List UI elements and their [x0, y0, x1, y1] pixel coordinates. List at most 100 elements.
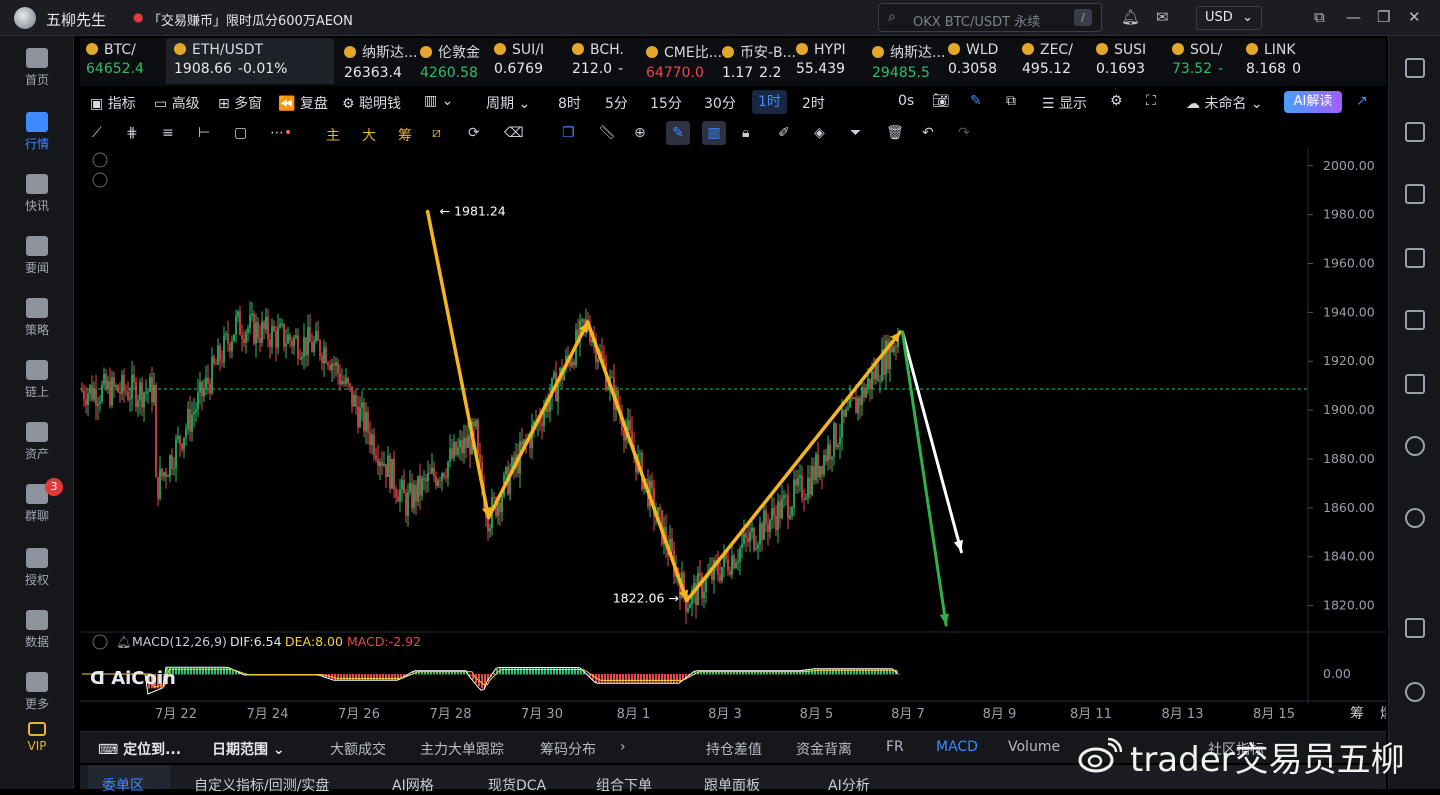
sidebar-item-5[interactable]: 链上: [0, 360, 74, 400]
ticker-11[interactable]: ZEC/495.12: [1022, 38, 1086, 84]
copy-icon[interactable]: ❐: [562, 125, 575, 141]
pattern-icon[interactable]: ⧄: [432, 125, 441, 141]
period-button[interactable]: 周期 ⌄: [486, 93, 530, 113]
list-icon[interactable]: [1405, 58, 1425, 78]
camera-icon[interactable]: 📷︎: [932, 93, 950, 109]
interval-30m[interactable]: 30分: [704, 93, 736, 113]
indicator-item[interactable]: 筹码分布: [540, 739, 596, 759]
sidebar-item-7[interactable]: 群聊 3: [0, 478, 74, 524]
ticker-8[interactable]: HYPI 55.439: [796, 38, 862, 84]
redo-icon[interactable]: ↷: [958, 125, 970, 141]
ticker-14[interactable]: LINK 8.168 0: [1246, 38, 1312, 84]
minimize-icon[interactable]: —: [1346, 8, 1361, 26]
line-tool-icon[interactable]: ⟋: [92, 125, 102, 141]
sidebar-item-2[interactable]: 快讯: [0, 174, 74, 214]
eye-icon[interactable]: ◈: [814, 125, 825, 141]
robot-icon[interactable]: [1405, 436, 1425, 456]
lock-icon[interactable]: 🔒︎: [742, 125, 749, 141]
bell-icon[interactable]: 🔔︎: [1121, 8, 1140, 26]
display-button[interactable]: ☰ 显示: [1042, 93, 1087, 113]
settings-icon[interactable]: ⚙: [1110, 93, 1123, 109]
indicator-item[interactable]: 持仓差值: [706, 739, 762, 759]
tab-ai-analysis[interactable]: AI分析: [828, 775, 870, 795]
headset-icon[interactable]: [1405, 682, 1425, 702]
close-icon[interactable]: ✕: [1408, 8, 1421, 26]
edit-icon[interactable]: ✐: [778, 125, 790, 141]
price-chart[interactable]: 2000.00 1980.00 1960.00 1940.00 1920.00 1900.…: [80, 148, 1394, 728]
ticker-4[interactable]: SUI/I 0.6769: [494, 38, 562, 84]
chevron-right-icon[interactable]: ›: [620, 739, 626, 755]
replay-button[interactable]: ⏪ 复盘: [278, 93, 328, 113]
dollar-icon[interactable]: [1405, 184, 1425, 204]
big-order-button[interactable]: 大: [362, 125, 376, 145]
mail-icon[interactable]: ✉: [1156, 8, 1169, 26]
ticker-9[interactable]: 纳斯达... 29485.5: [872, 38, 945, 84]
indicator-item[interactable]: Volume: [1008, 739, 1060, 755]
chips-button[interactable]: 筹: [398, 125, 412, 145]
promo-link[interactable]: 「交易赚币」限时瓜分600万AEON: [148, 10, 353, 29]
interval-1h[interactable]: 1时: [752, 90, 787, 114]
ticker-7[interactable]: 币安-B... 1.17 2.2: [722, 38, 796, 84]
sidebar-item-3[interactable]: 要闻: [0, 236, 74, 276]
undo-icon[interactable]: ↶: [922, 125, 934, 141]
popout-icon[interactable]: ⧉: [1314, 8, 1325, 26]
tab-custom-indicators[interactable]: 自定义指标/回测/实盘: [194, 775, 329, 795]
ai-analysis-button[interactable]: AI解读: [1284, 91, 1342, 113]
sidebar-item-10[interactable]: 更多: [0, 672, 74, 712]
tab-combo-order[interactable]: 组合下单: [596, 775, 652, 795]
multi-window-button[interactable]: ⊞ 多窗: [218, 93, 262, 113]
indicator-item[interactable]: 大额成交: [330, 739, 386, 759]
restore-icon[interactable]: ❐: [1377, 8, 1390, 26]
document-icon[interactable]: [1405, 122, 1425, 142]
indicators-button[interactable]: ▣ 指标: [90, 93, 136, 113]
ticker-2[interactable]: 纳斯达... 26363.4: [344, 38, 417, 84]
ray-tool-icon[interactable]: ⊢: [198, 125, 210, 141]
sidebar-item-9[interactable]: 数据: [0, 610, 74, 650]
ticker-6[interactable]: CME比... 64770.0: [646, 38, 722, 84]
etf-icon[interactable]: [1405, 374, 1425, 394]
sync-icon[interactable]: ⟳: [468, 125, 480, 141]
tab-orders[interactable]: 委单区: [102, 775, 144, 795]
filter-icon[interactable]: ⏷: [850, 125, 861, 141]
date-range-button[interactable]: 日期范围 ⌄: [212, 739, 285, 759]
indicator-item-active[interactable]: MACD: [936, 739, 978, 755]
main-indicator-button[interactable]: 主: [326, 125, 340, 145]
search-input[interactable]: ⌕ OKX BTC/USDT 永续 /: [878, 3, 1102, 32]
chart-type-button[interactable]: ▥ ⌄: [424, 93, 453, 109]
sidebar-item-0[interactable]: 首页: [0, 48, 74, 88]
ticker-13[interactable]: SOL/73.52-: [1172, 38, 1236, 84]
tab-spot-dca[interactable]: 现货DCA: [488, 775, 546, 795]
ticker-3[interactable]: 伦敦金 4260.58: [420, 38, 484, 84]
delete-icon[interactable]: 🗑︎: [886, 125, 904, 141]
sidebar-item-1[interactable]: 行情: [0, 112, 74, 152]
sidebar-item-8[interactable]: 授权: [0, 548, 74, 588]
ticker-12[interactable]: SUSI 0.1693: [1096, 38, 1162, 84]
tab-ai-grid[interactable]: AI网格: [392, 775, 434, 795]
signal-icon[interactable]: [1405, 248, 1425, 268]
more-tools-icon[interactable]: ⋯•: [270, 125, 292, 141]
interval-8h[interactable]: 8时: [558, 93, 581, 113]
share-icon[interactable]: ↗: [1356, 93, 1368, 109]
tab-copy-trading[interactable]: 跟单面板: [704, 775, 760, 795]
sidebar-item-4[interactable]: 策略: [0, 298, 74, 338]
indicator-item[interactable]: FR: [886, 739, 904, 755]
ticker-5[interactable]: BCH. 212.0-: [572, 38, 636, 84]
hline-tool-icon[interactable]: ⋕: [126, 125, 138, 141]
rectangle-tool-icon[interactable]: ▢: [234, 125, 247, 141]
monitor-icon[interactable]: [1405, 310, 1425, 330]
ticker-1[interactable]: ETH/USDT 1908.66 -0.01%: [166, 38, 334, 84]
zoom-icon[interactable]: ⊕: [634, 125, 646, 141]
magnet-icon[interactable]: ▥: [702, 121, 726, 145]
layout-select[interactable]: ☁ 未命名 ⌄: [1186, 93, 1263, 113]
pen-icon[interactable]: ✎: [970, 93, 982, 109]
draw-mode-icon[interactable]: ✎: [666, 121, 690, 145]
new-window-icon[interactable]: ⧉: [1006, 93, 1016, 109]
parallel-tool-icon[interactable]: ≡: [162, 125, 174, 141]
locate-button[interactable]: ⌨ 定位到...: [98, 739, 181, 759]
smart-money-button[interactable]: ⚙ 聪明钱: [342, 93, 401, 113]
ticker-10[interactable]: WLD 0.3058: [948, 38, 1012, 84]
panel-icon[interactable]: [1405, 618, 1425, 638]
currency-select[interactable]: USD ⌄: [1196, 6, 1262, 30]
fullscreen-icon[interactable]: ⛶: [1146, 93, 1156, 109]
sidebar-item-11[interactable]: VIP: [0, 722, 74, 753]
